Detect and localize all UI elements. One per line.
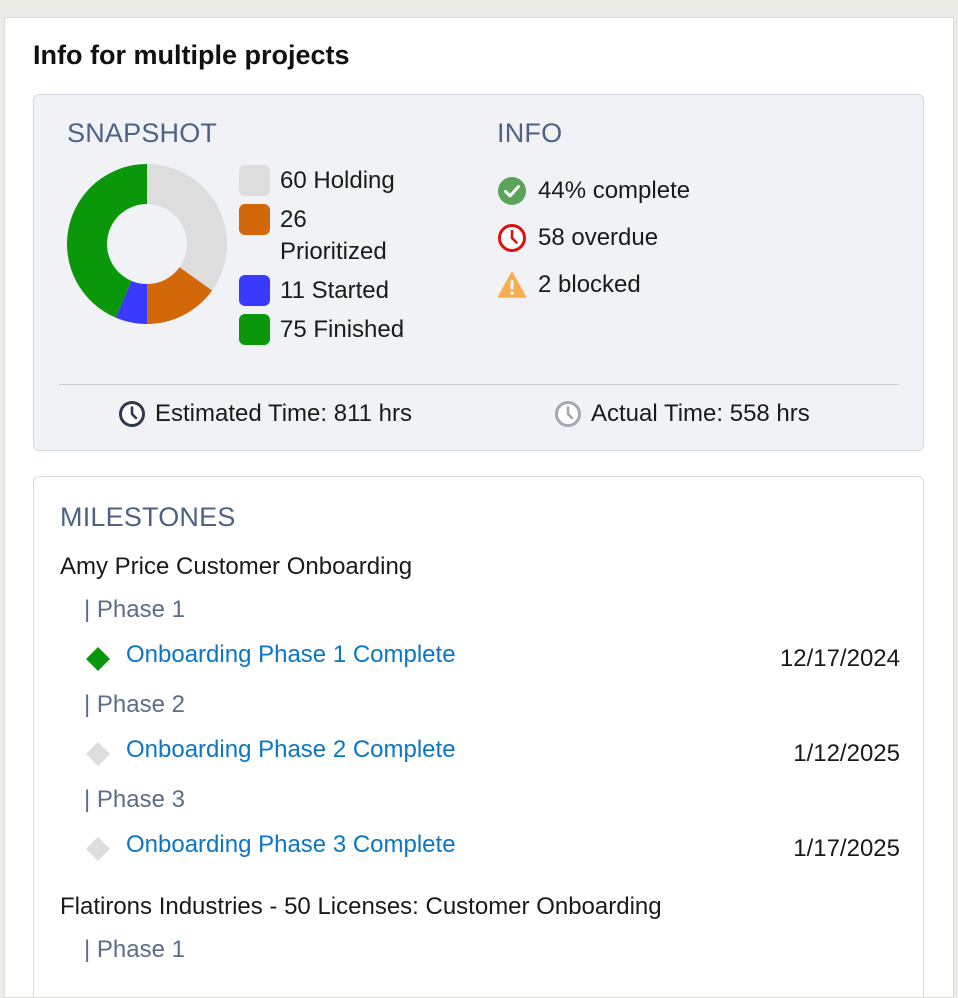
snapshot-card: SNAPSHOT INFO 60 Holding 26 Prioritized 1… bbox=[33, 94, 924, 451]
info-list: 44% complete 58 overdue 2 blocked bbox=[497, 167, 690, 308]
diamond-icon bbox=[86, 647, 110, 671]
info-blocked: 2 blocked bbox=[497, 261, 690, 308]
legend-swatch-holding bbox=[239, 165, 270, 196]
phase-label: | Phase 1 bbox=[84, 936, 185, 963]
info-heading: INFO bbox=[497, 118, 563, 148]
estimated-time-text: Estimated Time: 811 hrs bbox=[155, 400, 412, 427]
milestones-card: MILESTONES Amy Price Customer Onboarding… bbox=[33, 476, 924, 997]
milestone-link[interactable]: Onboarding Phase 2 Complete bbox=[126, 736, 456, 764]
milestone-link[interactable]: Onboarding Phase 3 Complete bbox=[126, 831, 456, 859]
phase-label: | Phase 2 bbox=[84, 691, 185, 718]
clock-icon bbox=[498, 223, 526, 252]
page-title: Info for multiple projects bbox=[33, 40, 350, 70]
snapshot-legend: 60 Holding 26 Prioritized 11 Started 75 F… bbox=[239, 165, 439, 353]
legend-item-prioritized: 26 Prioritized bbox=[239, 204, 439, 268]
check-circle-icon bbox=[498, 176, 526, 205]
milestone-date: 1/17/2025 bbox=[793, 835, 900, 862]
legend-item-holding: 60 Holding bbox=[239, 165, 439, 197]
actual-time: Actual Time: 558 hrs bbox=[554, 400, 810, 428]
info-blocked-text: 2 blocked bbox=[538, 270, 641, 298]
info-complete-text: 44% complete bbox=[538, 176, 691, 204]
legend-swatch-finished bbox=[239, 314, 270, 345]
estimated-time: Estimated Time: 811 hrs bbox=[118, 400, 412, 428]
milestone-date: 1/12/2025 bbox=[793, 740, 900, 767]
milestone-link[interactable]: Onboarding Phase 1 Complete bbox=[126, 641, 456, 669]
project-name: Amy Price Customer Onboarding bbox=[60, 553, 413, 580]
snapshot-donut-chart bbox=[67, 164, 227, 324]
milestones-heading: MILESTONES bbox=[60, 502, 236, 532]
actual-time-text: Actual Time: 558 hrs bbox=[591, 400, 810, 427]
info-overdue-text: 58 overdue bbox=[538, 223, 659, 251]
milestone-date: 12/17/2024 bbox=[779, 645, 900, 672]
legend-item-started: 11 Started bbox=[239, 275, 439, 307]
milestone-row: Onboarding Phase 3 Complete 1/17/2025 bbox=[86, 829, 900, 869]
clock-icon bbox=[555, 401, 581, 427]
legend-swatch-started bbox=[239, 275, 270, 306]
clock-icon bbox=[119, 401, 145, 427]
info-complete: 44% complete bbox=[497, 167, 690, 214]
legend-item-finished: 75 Finished bbox=[239, 314, 439, 346]
warning-icon bbox=[497, 271, 527, 298]
panel: Info for multiple projects SNAPSHOT INFO… bbox=[4, 17, 954, 998]
legend-swatch-prioritized bbox=[239, 204, 270, 235]
legend-label-started: 11 Started bbox=[280, 277, 389, 304]
project-name: Flatirons Industries - 50 Licenses: Cust… bbox=[60, 893, 662, 920]
phase-label: | Phase 3 bbox=[84, 786, 185, 813]
info-overdue: 58 overdue bbox=[497, 214, 690, 261]
diamond-icon bbox=[86, 742, 110, 766]
diamond-icon bbox=[86, 837, 110, 861]
snapshot-heading: SNAPSHOT bbox=[67, 118, 218, 148]
legend-label-holding: 60 Holding bbox=[280, 167, 395, 194]
divider bbox=[59, 384, 899, 385]
donut-slice-holding bbox=[147, 164, 227, 291]
legend-label-finished: 75 Finished bbox=[280, 316, 405, 343]
milestone-row: Onboarding Phase 1 Complete 12/17/2024 bbox=[86, 639, 900, 679]
phase-label: | Phase 1 bbox=[84, 596, 185, 623]
milestone-row: Onboarding Phase 2 Complete 1/12/2025 bbox=[86, 734, 900, 774]
legend-label-prioritized: 26 Prioritized bbox=[280, 206, 387, 265]
